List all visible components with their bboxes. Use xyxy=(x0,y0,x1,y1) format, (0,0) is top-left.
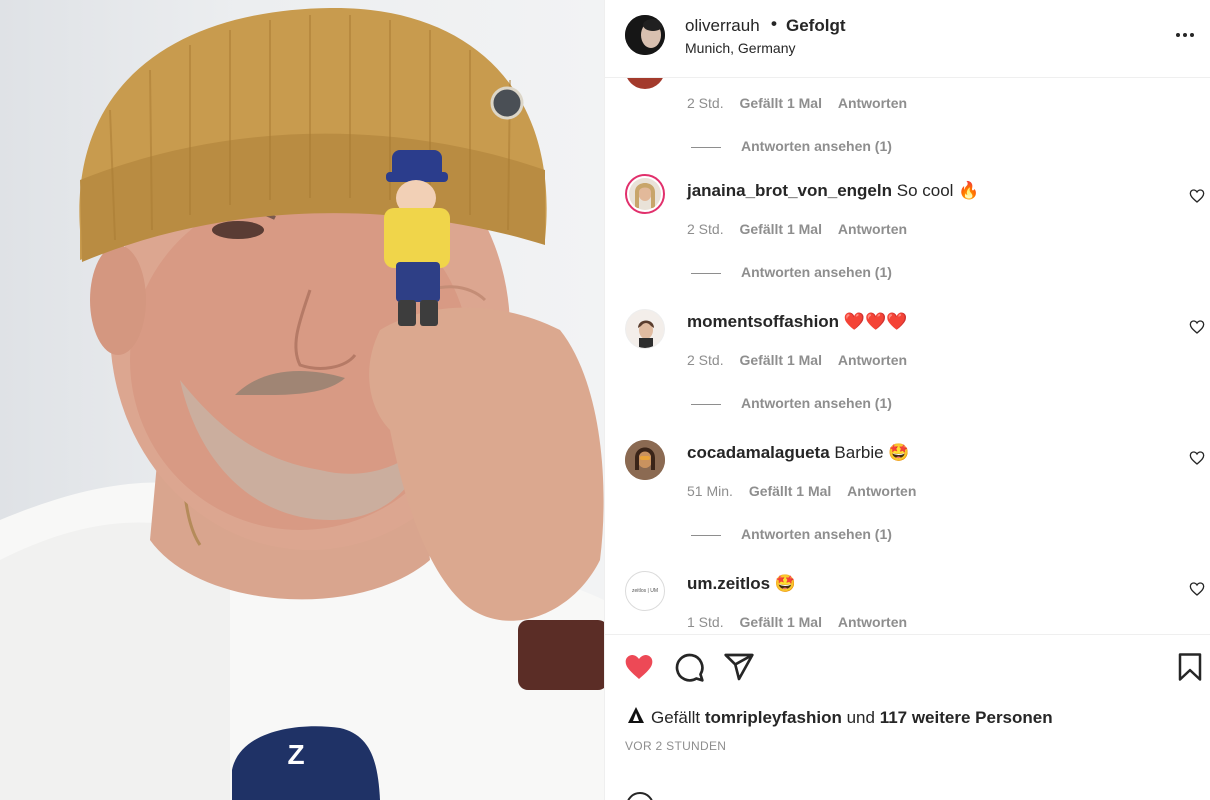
comment-reply-link[interactable]: Antworten xyxy=(847,483,916,499)
view-replies-label: Antworten ansehen (1) xyxy=(741,526,892,542)
comment-meta: 51 Min. Gefällt 1 Mal Antworten xyxy=(687,483,928,499)
header-separator: • xyxy=(771,14,777,33)
avatar-logo-text: zeitlos | UM xyxy=(631,588,659,594)
comment-meta: 1 Std. Gefällt 1 Mal Antworten xyxy=(687,614,919,630)
comment-username[interactable]: cocadamalagueta xyxy=(687,443,830,462)
post-location[interactable]: Munich, Germany xyxy=(685,40,795,56)
comment-body: 🤩 xyxy=(774,574,797,593)
likes-others-count[interactable]: 117 weitere Personen xyxy=(880,708,1053,727)
comment-heart-icon[interactable] xyxy=(1189,581,1205,597)
comment-time: 2 Std. xyxy=(687,352,724,368)
comment-text: janaina_brot_von_engeln So cool 🔥 xyxy=(687,181,979,201)
comments-list[interactable]: 2 Std. Gefällt 1 Mal Antworten Antworten… xyxy=(605,78,1210,634)
comment-reply-link[interactable]: Antworten xyxy=(838,95,907,111)
shirt-cap-letter: Z xyxy=(287,739,304,770)
commenter-avatar[interactable] xyxy=(625,309,665,349)
comment-time: 2 Std. xyxy=(687,95,724,111)
view-replies-button[interactable]: Antworten ansehen (1) xyxy=(691,264,892,280)
comment-likes-link[interactable]: Gefällt 1 Mal xyxy=(749,483,831,499)
comment-username[interactable]: um.zeitlos xyxy=(687,574,770,593)
comment-meta: 2 Std. Gefällt 1 Mal Antworten xyxy=(687,352,919,368)
liker-avatar xyxy=(626,705,646,725)
more-horizontal-icon[interactable] xyxy=(1171,24,1201,44)
comment-time: 2 Std. xyxy=(687,221,724,237)
paper-plane-icon[interactable] xyxy=(723,651,755,683)
likes-conjunction: und xyxy=(846,708,875,727)
post-detail-panel: oliverrauh • Gefolgt Munich, Germany 2 S… xyxy=(604,0,1210,800)
comment-item: cocadamalagueta Barbie 🤩 51 Min. Gefällt… xyxy=(605,434,1210,565)
comment-body: So cool 🔥 xyxy=(896,181,980,200)
view-replies-button[interactable]: Antworten ansehen (1) xyxy=(691,138,892,154)
comment-heart-icon[interactable] xyxy=(1189,450,1205,466)
follow-status-button[interactable]: Gefolgt xyxy=(786,16,846,36)
liked-by-username[interactable]: tomripleyfashion xyxy=(705,708,842,727)
comment-item: momentsoffashion ❤️❤️❤️ 2 Std. Gefällt 1… xyxy=(605,303,1210,434)
comment-reply-link[interactable]: Antworten xyxy=(838,352,907,368)
view-replies-button[interactable]: Antworten ansehen (1) xyxy=(691,526,892,542)
likes-summary[interactable]: Gefällt tomripleyfashion und 117 weitere… xyxy=(625,705,1053,728)
comment-likes-link[interactable]: Gefällt 1 Mal xyxy=(739,352,821,368)
view-replies-label: Antworten ansehen (1) xyxy=(741,264,892,280)
post-photo-illustration: Z xyxy=(0,7,604,800)
comment-heart-icon[interactable] xyxy=(1189,188,1205,204)
comment-reply-link[interactable]: Antworten xyxy=(838,614,907,630)
comment-username[interactable]: momentsoffashion xyxy=(687,312,839,331)
comment-time: 51 Min. xyxy=(687,483,733,499)
comment-username[interactable]: janaina_brot_von_engeln xyxy=(687,181,892,200)
comment-time: 1 Std. xyxy=(687,614,724,630)
comment-item: janaina_brot_von_engeln So cool 🔥 2 Std.… xyxy=(605,172,1210,303)
comment-item: 2 Std. Gefällt 1 Mal Antworten Antworten… xyxy=(605,78,1210,154)
comment-icon[interactable] xyxy=(673,651,705,683)
view-replies-label: Antworten ansehen (1) xyxy=(741,395,892,411)
comment-heart-icon[interactable] xyxy=(1189,319,1205,335)
post-image: Z xyxy=(0,0,604,800)
author-username[interactable]: oliverrauh xyxy=(685,16,760,36)
post-actions: Gefällt tomripleyfashion und 117 weitere… xyxy=(605,634,1210,774)
likes-prefix: Gefällt xyxy=(651,708,701,727)
post-time-ago[interactable]: VOR 2 STUNDEN xyxy=(625,739,726,753)
commenter-avatar[interactable] xyxy=(625,440,665,480)
commenter-avatar[interactable] xyxy=(625,174,665,214)
comment-likes-link[interactable]: Gefällt 1 Mal xyxy=(739,221,821,237)
emoji-icon[interactable] xyxy=(625,791,655,800)
view-replies-label: Antworten ansehen (1) xyxy=(741,138,892,154)
commenter-avatar[interactable]: zeitlos | UM xyxy=(625,571,665,611)
comment-meta: 2 Std. Gefällt 1 Mal Antworten xyxy=(687,221,919,237)
comment-body: ❤️❤️❤️ xyxy=(843,312,908,331)
view-replies-button[interactable]: Antworten ansehen (1) xyxy=(691,395,892,411)
comment-item: zeitlos | UM um.zeitlos 🤩 1 Std. Gefällt… xyxy=(605,565,1210,634)
post-header: oliverrauh • Gefolgt Munich, Germany xyxy=(605,0,1210,78)
comment-text: cocadamalagueta Barbie 🤩 xyxy=(687,443,909,463)
comment-likes-link[interactable]: Gefällt 1 Mal xyxy=(739,614,821,630)
comment-likes-link[interactable]: Gefällt 1 Mal xyxy=(739,95,821,111)
heart-icon[interactable] xyxy=(623,651,655,683)
comment-reply-link[interactable]: Antworten xyxy=(838,221,907,237)
commenter-avatar[interactable] xyxy=(625,78,665,89)
comment-meta: 2 Std. Gefällt 1 Mal Antworten xyxy=(687,95,919,111)
add-comment-bar[interactable] xyxy=(605,772,1210,800)
comment-text: momentsoffashion ❤️❤️❤️ xyxy=(687,312,907,332)
comment-body: Barbie 🤩 xyxy=(834,443,910,462)
bookmark-icon[interactable] xyxy=(1175,651,1205,683)
comment-text: um.zeitlos 🤩 xyxy=(687,574,796,594)
author-avatar[interactable] xyxy=(625,15,665,55)
